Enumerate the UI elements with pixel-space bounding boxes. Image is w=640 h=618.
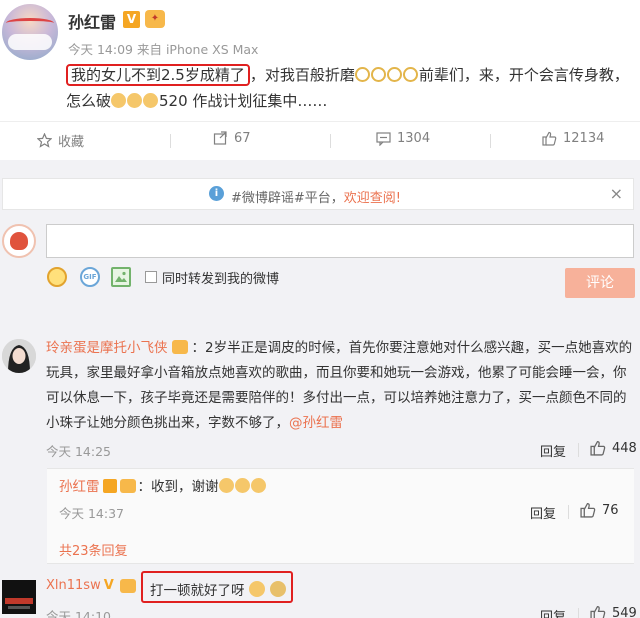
forward-label: 同时转发到我的微博 <box>162 272 280 287</box>
comment-input[interactable] <box>46 224 634 258</box>
emoji-icon[interactable] <box>47 267 67 287</box>
subreply-text: ：收到，谢谢 <box>137 479 219 495</box>
thumb-up-icon <box>590 440 606 456</box>
pray-emoji-icon <box>218 478 234 493</box>
comment-body: 打一顿就好了呀 <box>150 579 287 599</box>
verified-badge-icon: V <box>103 578 114 593</box>
notice-prefix[interactable]: #微博辟谣#平台， <box>231 191 344 206</box>
commenter-name[interactable]: Xln11sw <box>46 578 101 593</box>
subreply-body: 孙红雷 ：收到，谢谢 <box>59 476 267 498</box>
pray-emoji-icon <box>127 93 143 108</box>
reply-button[interactable]: 回复 <box>540 606 566 618</box>
comment-icon <box>376 131 391 147</box>
like-count: 12134 <box>563 131 605 146</box>
commenter-name[interactable]: 玲亲蛋是摩托小飞侠 <box>46 340 168 356</box>
commenter-avatar[interactable] <box>2 339 36 373</box>
verified-badge-icon <box>102 479 117 493</box>
post-meta: 今天 14:09 来自 iPhone XS Max <box>68 39 258 58</box>
thumb-up-icon <box>542 131 557 146</box>
ring-emoji-icon <box>386 67 402 82</box>
comment-composer: GIF 同时转发到我的微博 评论 <box>0 214 640 308</box>
comment-button[interactable]: 1304 <box>376 131 431 147</box>
like-button[interactable]: 12134 <box>542 131 604 146</box>
avatar-decoration <box>10 232 28 250</box>
highlighted-text: 我的女儿不到2.5岁成精了 <box>66 64 250 86</box>
comment-like-button[interactable]: 448 <box>590 440 637 456</box>
avatar-decoration <box>8 34 52 50</box>
post-text-part: ，对我百般折磨 <box>249 66 355 84</box>
reply-button[interactable]: 回复 <box>540 441 566 460</box>
divider <box>170 134 171 148</box>
comment-like-count: 549 <box>612 605 637 618</box>
comment-like-count: 448 <box>612 440 637 456</box>
repost-count: 67 <box>234 131 251 146</box>
thumb-up-icon <box>580 502 596 518</box>
repost-button[interactable]: 67 <box>213 131 251 146</box>
divider <box>578 443 579 457</box>
divider <box>330 134 331 148</box>
subreply-author[interactable]: 孙红雷 <box>59 479 100 495</box>
thumb-up-icon <box>590 605 606 618</box>
avatar-decoration <box>6 18 54 28</box>
thumbs-up-emoji-icon <box>248 581 265 597</box>
subreply-like-button[interactable]: 76 <box>580 502 619 518</box>
post-text: 我的女儿不到2.5岁成精了 ，对我百般折磨 前辈们，来，开个会言传身教，怎么破 520… <box>66 62 636 114</box>
submit-comment-button[interactable]: 评论 <box>565 268 635 298</box>
star-icon <box>36 132 53 148</box>
divider <box>490 134 491 148</box>
mention-link[interactable]: @孙红雷 <box>289 415 343 431</box>
crown-badge-icon <box>119 479 136 493</box>
rumor-notice-bar: i #微博辟谣#平台，欢迎查阅! × <box>2 178 634 210</box>
crown-badge-icon: ✦ <box>145 10 165 28</box>
favorite-button[interactable]: 收藏 <box>36 131 85 150</box>
post-text-part: 520 作战计划征集中…… <box>159 92 328 110</box>
notice-text: #微博辟谣#平台，欢迎查阅! <box>231 187 401 206</box>
reply-thread: 孙红雷 ：收到，谢谢 今天 14:37 回复 76 共23条回复 <box>47 468 634 564</box>
current-user-avatar[interactable] <box>2 224 36 258</box>
comment-body: 玲亲蛋是摩托小飞侠 ：2岁半正是调皮的时候，首先你要注意她对什么感兴趣，买一点她喜… <box>46 336 634 436</box>
weibo-post: 孙红雷 V ✦ 今天 14:09 来自 iPhone XS Max 我的女儿不到… <box>0 0 640 118</box>
image-icon[interactable] <box>111 267 131 287</box>
author-avatar[interactable] <box>2 4 58 60</box>
doge-emoji-icon <box>269 581 286 597</box>
pray-emoji-icon <box>250 478 266 493</box>
info-icon: i <box>209 186 224 201</box>
comment-text: 打一顿就好了呀 <box>150 583 245 599</box>
divider <box>568 505 569 519</box>
crown-badge-icon <box>171 340 188 354</box>
close-icon[interactable]: × <box>610 184 623 203</box>
divider <box>578 608 579 618</box>
gif-icon[interactable]: GIF <box>80 267 100 287</box>
ring-emoji-icon <box>354 67 370 82</box>
post-action-bar: 收藏 67 1304 12134 <box>0 121 640 159</box>
ring-emoji-icon <box>370 67 386 82</box>
reply-button[interactable]: 回复 <box>530 503 556 522</box>
notice-link[interactable]: 欢迎查阅! <box>344 191 401 206</box>
more-replies-link[interactable]: 共23条回复 <box>59 540 128 559</box>
pray-emoji-icon <box>234 478 250 493</box>
forward-checkbox[interactable] <box>145 271 157 283</box>
post-author-name[interactable]: 孙红雷 <box>68 9 116 33</box>
comment-like-button[interactable]: 549 <box>590 605 637 618</box>
favorite-label: 收藏 <box>58 135 85 150</box>
ring-emoji-icon <box>402 67 418 82</box>
subreply-time: 今天 14:37 <box>59 506 124 521</box>
repost-icon <box>213 131 228 146</box>
crown-badge-icon <box>119 578 136 593</box>
subreply-like-count: 76 <box>602 502 619 518</box>
commenter-header: Xln11sw V <box>46 578 136 593</box>
pray-emoji-icon <box>111 93 127 108</box>
comment-count: 1304 <box>397 131 431 146</box>
comment-time: 今天 14:25 <box>46 444 111 459</box>
verified-badge-icon: V <box>123 11 140 28</box>
post-source: 来自 iPhone XS Max <box>136 42 259 57</box>
pray-emoji-icon <box>143 93 159 108</box>
comment-time: 今天 14:10 <box>46 609 111 618</box>
commenter-avatar[interactable] <box>2 580 36 614</box>
post-time[interactable]: 今天 14:09 <box>68 42 133 57</box>
